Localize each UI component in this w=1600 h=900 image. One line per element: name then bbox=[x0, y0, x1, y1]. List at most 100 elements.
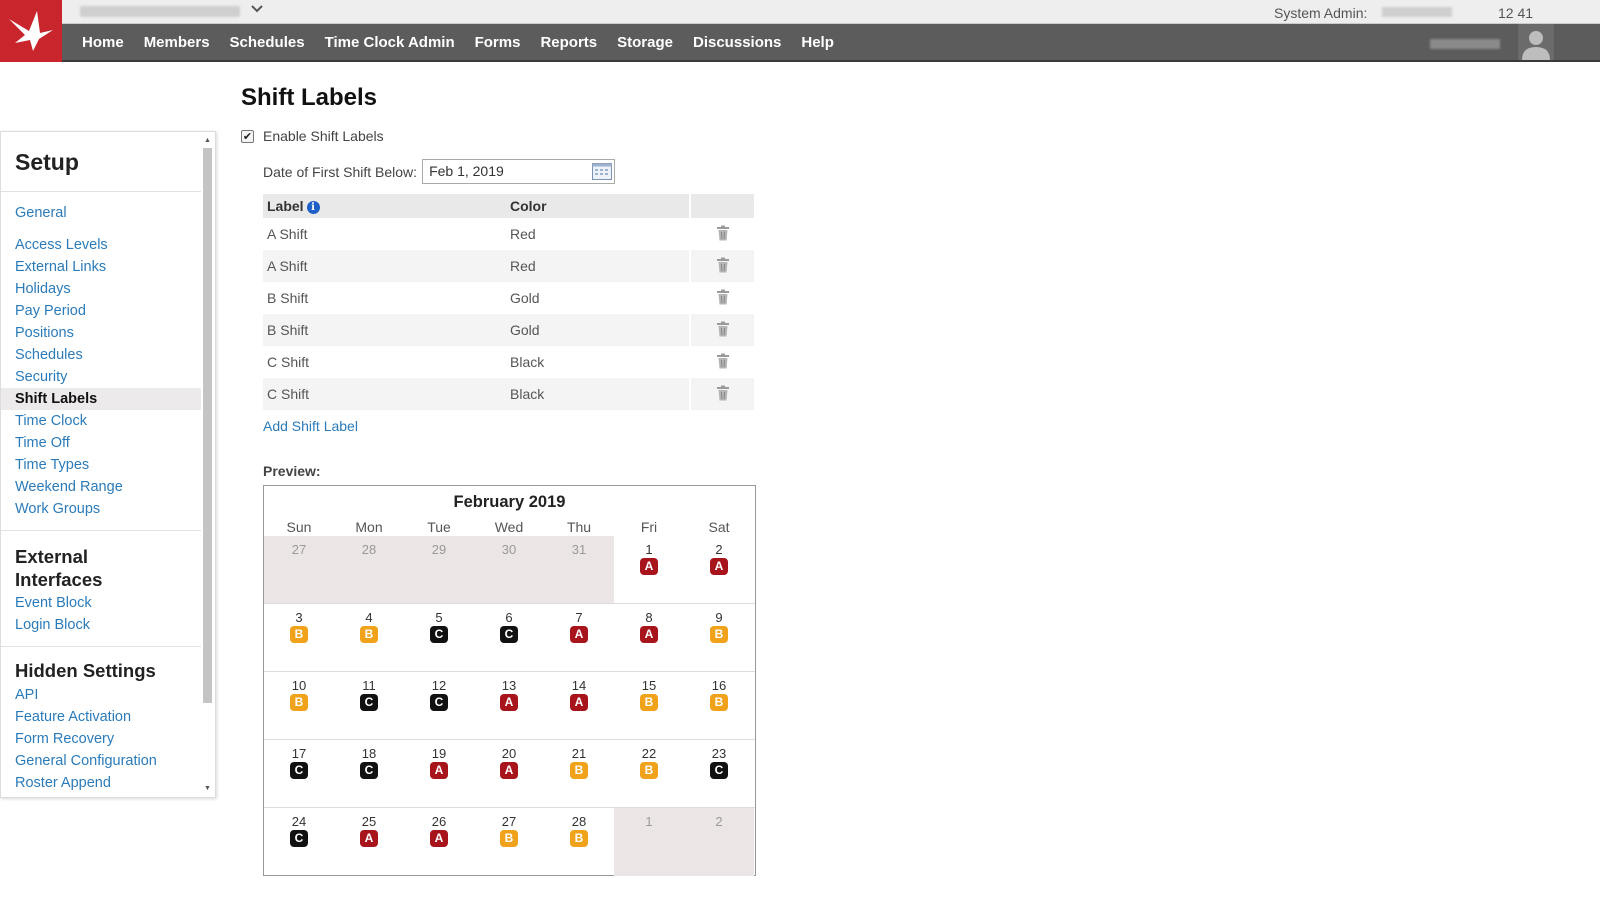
calendar-day[interactable]: 27 bbox=[264, 536, 334, 603]
calendar-day[interactable]: 28 B bbox=[544, 808, 614, 876]
calendar-day[interactable]: 28 bbox=[334, 536, 404, 603]
shift-badge: C bbox=[360, 762, 378, 779]
nav-time-clock-admin[interactable]: Time Clock Admin bbox=[325, 34, 455, 51]
calendar-day[interactable]: 7A bbox=[544, 604, 614, 671]
day-number: 1 bbox=[645, 542, 653, 557]
shift-badge: B bbox=[290, 626, 308, 643]
scroll-down-icon[interactable]: ▼ bbox=[202, 784, 213, 794]
sidebar-item-shift-labels[interactable]: Shift Labels bbox=[1, 388, 201, 410]
nav-home[interactable]: Home bbox=[82, 34, 124, 51]
sidebar-item-positions[interactable]: Positions bbox=[1, 322, 201, 344]
calendar-day[interactable]: 6C bbox=[474, 604, 544, 671]
trash-icon[interactable] bbox=[716, 225, 730, 244]
calendar-day[interactable]: 11 C bbox=[334, 672, 404, 739]
calendar-day[interactable]: 13 A bbox=[474, 672, 544, 739]
calendar-day[interactable]: 22 B bbox=[614, 740, 684, 807]
sidebar-item-holidays[interactable]: Holidays bbox=[1, 278, 201, 300]
calendar-day[interactable]: 25 A bbox=[334, 808, 404, 876]
shift-color-cell: Gold bbox=[506, 314, 690, 346]
calendar-day[interactable]: 10 B bbox=[264, 672, 334, 739]
sidebar-item-event-block[interactable]: Event Block bbox=[1, 592, 201, 614]
enable-shift-labels-row[interactable]: ✔ Enable Shift Labels bbox=[241, 127, 384, 145]
sidebar-item-security[interactable]: Security bbox=[1, 366, 201, 388]
nav-storage[interactable]: Storage bbox=[617, 34, 673, 51]
calendar-day[interactable]: 12 C bbox=[404, 672, 474, 739]
sidebar-item-time-off[interactable]: Time Off bbox=[1, 432, 201, 454]
enable-shift-labels-checkbox[interactable]: ✔ bbox=[241, 129, 254, 143]
day-number: 6 bbox=[505, 610, 513, 625]
calendar-day[interactable]: 27 B bbox=[474, 808, 544, 876]
shift-badge: A bbox=[430, 830, 448, 847]
calendar-day[interactable]: 21 B bbox=[544, 740, 614, 807]
shift-label-cell: A Shift bbox=[263, 250, 506, 282]
calendar-day[interactable]: 14 A bbox=[544, 672, 614, 739]
user-name[interactable] bbox=[1430, 39, 1500, 49]
trash-icon[interactable] bbox=[716, 257, 730, 276]
add-shift-label-link[interactable]: Add Shift Label bbox=[263, 418, 358, 434]
calendar-day[interactable]: 1A bbox=[614, 536, 684, 603]
organization-selector[interactable] bbox=[80, 6, 240, 17]
sidebar-item-time-types[interactable]: Time Types bbox=[1, 454, 201, 476]
calendar-icon[interactable] bbox=[592, 163, 613, 180]
sidebar-item-general-configuration[interactable]: General Configuration bbox=[1, 750, 201, 772]
app-logo[interactable] bbox=[0, 0, 62, 62]
sidebar-item-external-links[interactable]: External Links bbox=[1, 256, 201, 278]
info-icon[interactable]: i bbox=[306, 201, 320, 214]
nav-help[interactable]: Help bbox=[801, 34, 834, 51]
nav-discussions[interactable]: Discussions bbox=[693, 34, 781, 51]
sidebar-item-general[interactable]: General bbox=[1, 202, 201, 224]
calendar-day[interactable]: 19 A bbox=[404, 740, 474, 807]
sidebar-item-form-recovery[interactable]: Form Recovery bbox=[1, 728, 201, 750]
sidebar-item-pay-period[interactable]: Pay Period bbox=[1, 300, 201, 322]
calendar-day[interactable]: 3B bbox=[264, 604, 334, 671]
trash-icon[interactable] bbox=[716, 289, 730, 308]
chevron-down-icon[interactable] bbox=[250, 2, 264, 19]
trash-icon[interactable] bbox=[716, 385, 730, 404]
sidebar-item-feature-activation[interactable]: Feature Activation bbox=[1, 706, 201, 728]
shift-label-cell: A Shift bbox=[267, 226, 308, 242]
sidebar-divider bbox=[1, 530, 201, 531]
sidebar-item-access-levels[interactable]: Access Levels bbox=[1, 234, 201, 256]
first-shift-date-input[interactable]: Feb 1, 2019 bbox=[422, 159, 616, 184]
scroll-thumb[interactable] bbox=[203, 148, 212, 703]
nav-schedules[interactable]: Schedules bbox=[230, 34, 305, 51]
trash-icon[interactable] bbox=[716, 321, 730, 340]
calendar-day[interactable]: 8A bbox=[614, 604, 684, 671]
calendar-day[interactable]: 24 C bbox=[264, 808, 334, 876]
sidebar-item-login-block[interactable]: Login Block bbox=[1, 614, 201, 636]
sidebar-item-schedules[interactable]: Schedules bbox=[1, 344, 201, 366]
calendar-day[interactable]: 26 A bbox=[404, 808, 474, 876]
calendar-day[interactable]: 15 B bbox=[614, 672, 684, 739]
calendar-day[interactable]: 31 bbox=[544, 536, 614, 603]
nav-members[interactable]: Members bbox=[144, 34, 210, 51]
scroll-up-icon[interactable]: ▲ bbox=[202, 136, 213, 146]
sidebar-item-time-clock[interactable]: Time Clock bbox=[1, 410, 201, 432]
day-number: 14 bbox=[571, 678, 587, 693]
calendar-day[interactable]: 16 B bbox=[684, 672, 754, 739]
calendar-day[interactable]: 29 bbox=[404, 536, 474, 603]
sidebar-scrollbar[interactable]: ▲ ▼ bbox=[202, 136, 213, 794]
nav-reports[interactable]: Reports bbox=[540, 34, 597, 51]
calendar-day[interactable]: 4B bbox=[334, 604, 404, 671]
calendar-day[interactable]: 20 A bbox=[474, 740, 544, 807]
sidebar-item-work-groups[interactable]: Work Groups bbox=[1, 498, 201, 520]
avatar[interactable] bbox=[1518, 24, 1554, 60]
nav-forms[interactable]: Forms bbox=[475, 34, 521, 51]
calendar-day[interactable]: 5C bbox=[404, 604, 474, 671]
calendar-day[interactable]: 1 bbox=[614, 808, 684, 876]
table-row: C Shift Black bbox=[263, 346, 754, 378]
shift-badge: B bbox=[570, 830, 588, 847]
calendar-day[interactable]: 9B bbox=[684, 604, 754, 671]
day-number: 28 bbox=[571, 814, 587, 829]
sidebar-item-api[interactable]: API bbox=[1, 684, 201, 706]
sidebar-item-roster-append[interactable]: Roster Append bbox=[1, 772, 201, 794]
calendar-day[interactable]: 2 bbox=[684, 808, 754, 876]
sidebar-item-weekend-range[interactable]: Weekend Range bbox=[1, 476, 201, 498]
calendar-day[interactable]: 23 C bbox=[684, 740, 754, 807]
sidebar-divider bbox=[1, 191, 201, 192]
calendar-day[interactable]: 30 bbox=[474, 536, 544, 603]
trash-icon[interactable] bbox=[716, 353, 730, 372]
calendar-day[interactable]: 18 C bbox=[334, 740, 404, 807]
calendar-day[interactable]: 17 C bbox=[264, 740, 334, 807]
calendar-day[interactable]: 2A bbox=[684, 536, 754, 603]
